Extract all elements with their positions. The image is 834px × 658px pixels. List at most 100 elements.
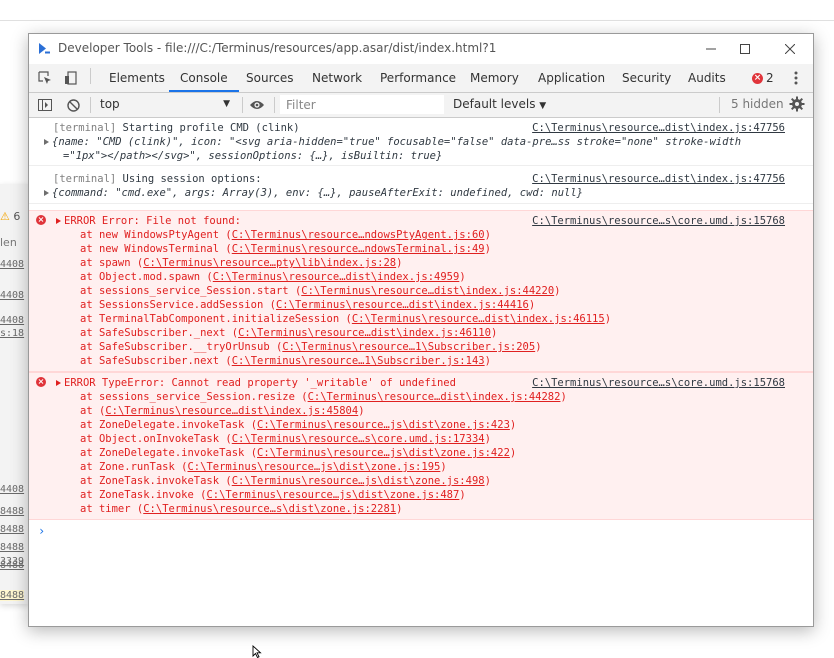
console-message-error: × ERROR TypeError: Cannot read property … [29, 372, 813, 520]
tab-sources[interactable]: Sources [246, 64, 293, 92]
stack-frame-link[interactable]: C:\Terminus\resource…ndowsPtyAgent.js:60 [232, 229, 485, 241]
stack-frame: at Object.mod.spawn (C:\Terminus\resourc… [80, 271, 466, 283]
window-title: Developer Tools - file:///C:/Terminus/re… [58, 41, 497, 55]
device-toolbar-button[interactable] [62, 69, 80, 87]
console-message-log: [terminal] Using session options: C:\Ter… [29, 166, 813, 204]
stack-frame-link[interactable]: C:\Terminus\resource…s\core.umd.js:17334 [232, 433, 485, 445]
stack-frame-link[interactable]: C:\Terminus\resource…1\Subscriber.js:205 [282, 341, 535, 353]
stack-frame-function: at sessions_service_Session.start [80, 285, 289, 297]
stack-frame-function: at Object.mod.spawn [80, 271, 201, 283]
tab-elements[interactable]: Elements [109, 64, 165, 92]
object-preview[interactable]: {command: "cmd.exe", args: Array(3), env… [29, 186, 813, 200]
background-number: 3339 [0, 556, 25, 567]
tab-performance[interactable]: Performance [380, 64, 456, 92]
object-preview[interactable]: {name: "CMD (clink)", icon: "<svg aria-h… [29, 135, 813, 149]
stack-frame-link[interactable]: C:\Terminus\resource…dist\index.js:46115 [352, 313, 605, 325]
stack-frame-link[interactable]: C:\Terminus\resource…dist\index.js:45804 [105, 405, 358, 417]
source-link[interactable]: C:\Terminus\resource…dist\index.js:47756 [532, 172, 785, 186]
stack-frame-link[interactable]: C:\Terminus\resource…1\Subscriber.js:143 [232, 355, 485, 367]
stack-frame-function: at SafeSubscriber.__tryOrUnsub [80, 341, 270, 353]
tab-security[interactable]: Security [622, 64, 671, 92]
inspect-element-button[interactable] [36, 69, 54, 87]
prompt-chevron-icon: › [38, 524, 46, 538]
chevron-down-icon: ▼ [223, 99, 230, 109]
console-message-log: [terminal] Starting profile CMD (clink) … [29, 118, 813, 166]
stack-frame-link[interactable]: C:\Terminus\resource…js\dist\zone.js:422 [257, 447, 510, 459]
background-topbar [0, 0, 834, 21]
error-header[interactable]: ERROR Error: File not found: C:\Terminus… [29, 214, 813, 228]
stack-frame-link[interactable]: C:\Terminus\resource…s\dist\zone.js:2281 [143, 503, 396, 515]
toolbar-divider [719, 97, 720, 113]
background-warning-count: ⚠ 6 [0, 210, 21, 223]
stack-frame-function: at ZoneTask.invokeTask [80, 475, 220, 487]
toolbar-divider [90, 68, 91, 84]
devtools-window: Developer Tools - file:///C:/Terminus/re… [28, 33, 814, 627]
stack-frame-function: at Object.onInvokeTask [80, 433, 220, 445]
stack-frame-link[interactable]: C:\Terminus\resource…dist\index.js:44282 [308, 391, 561, 403]
stack-frame-function: at sessions_service_Session.resize [80, 391, 295, 403]
stack-frame: at sessions_service_Session.start (C:\Te… [80, 285, 561, 297]
clear-console-button[interactable] [64, 96, 82, 114]
stack-frame-link[interactable]: C:\Terminus\resource…dist\index.js:44220 [301, 285, 554, 297]
console-sidebar-button[interactable] [36, 96, 54, 114]
error-count-badge[interactable]: × 2 [752, 71, 774, 85]
stack-frame-function: at new WindowsTerminal [80, 243, 220, 255]
background-number: 4408 [0, 290, 25, 301]
stack-frame: at new WindowsPtyAgent (C:\Terminus\reso… [80, 229, 491, 241]
close-icon [785, 44, 795, 54]
object-preview-text: {name: "CMD (clink)", icon: "<svg aria-h… [52, 136, 742, 148]
console-sidebar-icon [38, 99, 52, 111]
stack-frame: at SessionsService.addSession (C:\Termin… [80, 299, 536, 311]
stack-frame: at spawn (C:\Terminus\resource…pty\lib\i… [80, 257, 403, 269]
live-expression-button[interactable] [248, 96, 266, 114]
maximize-button[interactable] [731, 39, 759, 59]
kebab-menu-icon[interactable] [789, 69, 803, 87]
filter-input[interactable] [280, 95, 444, 114]
stack-frame-link[interactable]: C:\Terminus\resource…dist\index.js:46110 [238, 327, 491, 339]
source-link[interactable]: C:\Terminus\resource…s\core.umd.js:15768 [532, 214, 785, 228]
source-link[interactable]: C:\Terminus\resource…dist\index.js:47756 [532, 121, 785, 135]
device-toolbar-icon [65, 71, 77, 85]
expand-arrow-icon [56, 380, 61, 386]
stack-frame-function: at SafeSubscriber.next [80, 355, 220, 367]
stack-frame-link[interactable]: C:\Terminus\resource…pty\lib\index.js:28 [143, 257, 396, 269]
stack-frame-link[interactable]: C:\Terminus\resource…js\dist\zone.js:423 [257, 419, 510, 431]
stack-frame: at ZoneTask.invoke (C:\Terminus\resource… [80, 489, 466, 501]
close-button[interactable] [776, 39, 804, 59]
log-prefix: [terminal] [53, 173, 117, 185]
background-number: 8488 [0, 524, 25, 535]
object-preview-text-cont: ="1px"></path></svg>", sessionOptions: {… [63, 150, 443, 162]
toolbar-divider [274, 97, 275, 113]
warning-icon: ⚠ [0, 210, 10, 223]
minimize-button[interactable] [697, 39, 725, 59]
background-number: 8488 [0, 506, 25, 517]
console-prompt[interactable]: › [29, 524, 813, 538]
tab-network[interactable]: Network [312, 64, 362, 92]
stack-frame-link[interactable]: C:\Terminus\resource…ndowsTerminal.js:49 [232, 243, 485, 255]
stack-frame-function: at new WindowsPtyAgent [80, 229, 220, 241]
stack-frame-link[interactable]: C:\Terminus\resource…js\dist\zone.js:195 [187, 461, 440, 473]
tab-memory[interactable]: Memory [470, 64, 519, 92]
background-number: 8488 [0, 542, 25, 553]
tab-application[interactable]: Application [538, 64, 605, 92]
error-header[interactable]: ERROR TypeError: Cannot read property '_… [29, 376, 813, 390]
stack-frame-link[interactable]: C:\Terminus\resource…js\dist\zone.js:498 [232, 475, 485, 487]
live-expression-icon [250, 101, 264, 109]
settings-gear-icon[interactable] [789, 96, 805, 112]
stack-frame-function: at ZoneDelegate.invokeTask [80, 447, 245, 459]
log-levels-dropdown[interactable]: Default levels ▼ [453, 93, 546, 117]
tab-console[interactable]: Console [169, 64, 239, 92]
stack-frame-link[interactable]: C:\Terminus\resource…js\dist\zone.js:487 [206, 489, 459, 501]
context-selector[interactable]: top ▼ [100, 93, 230, 117]
stack-frame-link[interactable]: C:\Terminus\resource…dist\index.js:4959 [213, 271, 460, 283]
background-tab-label: len [0, 236, 17, 249]
source-link[interactable]: C:\Terminus\resource…s\core.umd.js:15768 [532, 376, 785, 390]
window-titlebar[interactable]: Developer Tools - file:///C:/Terminus/re… [29, 34, 813, 63]
error-text: ERROR Error: File not found: [64, 215, 242, 227]
stack-frame: at TerminalTabComponent.initializeSessio… [80, 313, 612, 325]
expand-arrow-icon [44, 190, 49, 196]
tab-audits[interactable]: Audits [688, 64, 726, 92]
stack-frame-link[interactable]: C:\Terminus\resource…dist\index.js:44416 [276, 299, 529, 311]
stack-frame: at Zone.runTask (C:\Terminus\resource…js… [80, 461, 447, 473]
stack-frame-function: at SessionsService.addSession [80, 299, 264, 311]
